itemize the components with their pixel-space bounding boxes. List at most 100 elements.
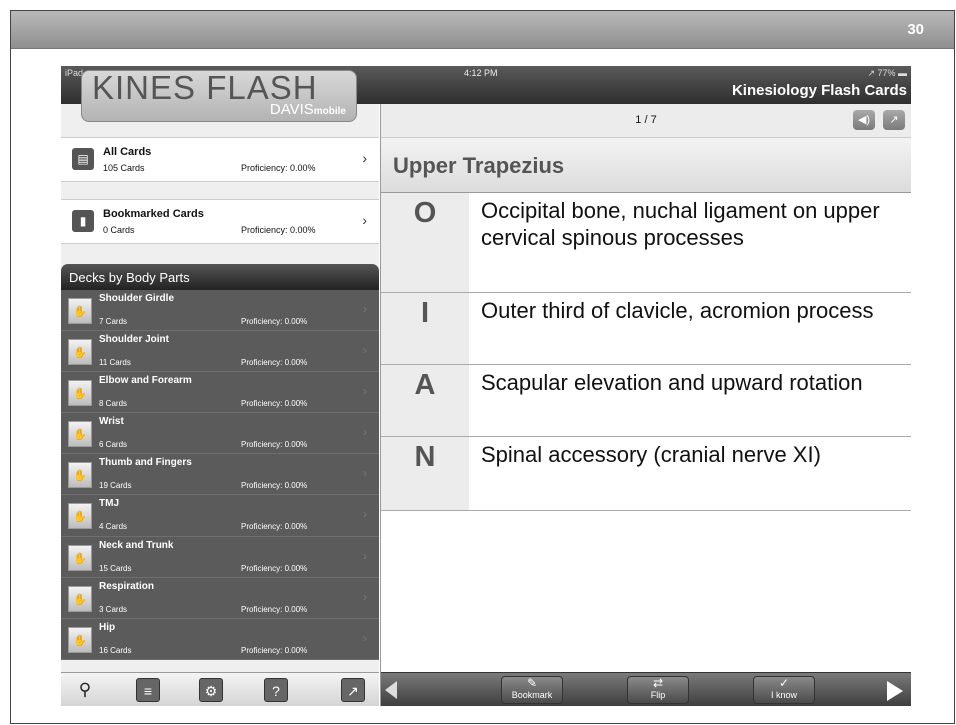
chevron-right-icon: › [363,630,367,645]
share-icon[interactable]: ↗ [341,678,365,702]
row-letter: A [381,365,469,436]
chevron-right-icon: › [363,302,367,316]
deck-item[interactable]: ✋ Shoulder Girdle 7 Cards Proficiency: 0.00… [61,290,379,332]
deck-count: 15 Cards [99,563,132,573]
search-icon[interactable]: ⚲ [73,678,97,702]
card-row: A Scapular elevation and upward rotation [381,365,911,437]
card-term: Upper Trapezius [381,138,911,193]
card-row: O Occipital bone, nuchal ligament on uppe… [381,193,911,293]
deck-count: 16 Cards [99,645,132,655]
share-icon[interactable]: ↗ [883,110,905,130]
divider [61,244,379,264]
bookmarked-proficiency: Proficiency: 0.00% [241,225,316,235]
body-part-thumbnail: ✋ [68,421,92,448]
sidebar: ▤ All Cards 105 Cards Proficiency: 0.00%… [61,104,379,706]
logo-sub-text: DAVISmobile [269,101,346,118]
deck-item[interactable]: ✋ Elbow and Forearm 8 Cards Proficiency: 0.… [61,372,379,414]
card-toolbar: ✎ Bookmark ⇄ Flip ✓ I know [381,672,911,706]
body-part-thumbnail: ✋ [68,626,92,653]
slide-header: 30 [11,11,954,49]
deck-item[interactable]: ✋ Neck and Trunk 15 Cards Proficiency: 0.00… [61,537,379,578]
all-cards-title: All Cards [103,146,152,158]
flip-label: Flip [650,690,666,700]
status-battery: ↗ 77% ▬ [867,68,907,78]
bookmark-label: Bookmark [511,690,553,700]
body-part-thumbnail: ✋ [68,462,92,489]
next-arrow-icon[interactable] [887,681,903,701]
all-cards-row[interactable]: ▤ All Cards 105 Cards Proficiency: 0.00%… [61,138,379,182]
deck-count: 19 Cards [99,481,132,491]
deck-item[interactable]: ✋ TMJ 4 Cards Proficiency: 0.00% › [61,495,379,537]
deck-proficiency: Proficiency: 0.00% [241,440,308,450]
body-part-thumbnail: ✋ [68,585,92,612]
deck-proficiency: Proficiency: 0.00% [241,317,308,326]
deck-title: Hip [99,621,116,633]
row-text: Occipital bone, nuchal ligament on upper… [481,198,880,250]
bookmark-button[interactable]: ✎ Bookmark [501,676,563,704]
deck-count: 7 Cards [99,317,128,326]
bookmarked-cards-row[interactable]: ▮ Bookmarked Cards 0 Cards Proficiency: … [61,200,379,244]
app-title: Kinesiology Flash Cards [731,82,907,99]
chevron-right-icon: › [363,589,367,604]
previous-arrow-icon[interactable] [385,681,397,699]
deck-proficiency: Proficiency: 0.00% [241,563,308,573]
deck-title: Neck and Trunk [99,539,174,551]
checkmark-icon: ✓ [778,676,790,690]
deck-count: 11 Cards [99,358,131,368]
deck-title: TMJ [99,498,119,510]
status-time: 4:12 PM [464,68,498,78]
deck-title: Respiration [99,580,155,592]
chevron-right-icon: › [363,384,367,399]
card-topbar: 1 / 7 ◀) ↗ [381,104,911,138]
deck-list: ✋ Shoulder Girdle 7 Cards Proficiency: 0.00… [61,290,379,660]
all-cards-proficiency: Proficiency: 0.00% [241,163,316,173]
deck-title: Shoulder Girdle [99,293,175,304]
deck-title: Wrist [99,416,124,428]
deck-item[interactable]: ✋ Respiration 3 Cards Proficiency: 0.00% › [61,578,379,619]
row-text: Outer third of clavicle, acromion proces… [481,298,874,323]
body-part-thumbnail: ✋ [68,339,92,366]
deck-title: Shoulder Joint [99,334,169,346]
card-pane: 1 / 7 ◀) ↗ Upper Trapezius O Occipital bo… [380,104,911,706]
deck-count: 8 Cards [99,399,128,409]
body-part-thumbnail: ✋ [68,503,92,530]
i-know-button[interactable]: ✓ I know [753,676,815,704]
chevron-right-icon: › [362,150,367,166]
help-icon[interactable]: ? [264,678,288,702]
chevron-right-icon: › [363,548,367,563]
chevron-right-icon: › [363,343,367,358]
flip-icon: ⇄ [652,676,664,690]
slide-number: 30 [907,21,924,38]
row-text: Spinal accessory (cranial nerve XI) [481,442,821,467]
card-row: N Spinal accessory (cranial nerve XI) [381,437,911,511]
row-letter: O [381,193,469,292]
app-logo: KINES FLASH DAVISmobile [81,69,357,122]
deck-proficiency: Proficiency: 0.00% [241,358,308,368]
chevron-right-icon: › [363,425,367,440]
deck-proficiency: Proficiency: 0.00% [241,604,308,614]
deck-item[interactable]: ✋ Shoulder Joint 11 Cards Proficiency: 0.00… [61,331,379,373]
decks-header: Decks by Body Parts [61,264,379,290]
bookmarked-title: Bookmarked Cards [103,208,204,220]
card-rows: O Occipital bone, nuchal ligament on uppe… [381,193,911,511]
card-counter: 1 / 7 [635,114,657,126]
row-text: Scapular elevation and upward rotation [481,370,863,395]
bookmarked-count: 0 Cards [103,225,135,235]
body-part-thumbnail: ✋ [68,380,92,407]
body-part-thumbnail: ✋ [68,544,92,571]
chevron-right-icon: › [363,507,367,522]
deck-item[interactable]: ✋ Wrist 6 Cards Proficiency: 0.00% › [61,413,379,455]
speaker-icon[interactable]: ◀) [853,110,875,130]
list-icon[interactable]: ≡ [136,678,160,702]
deck-title: Thumb and Fingers [99,457,192,469]
deck-count: 6 Cards [99,440,128,450]
flip-button[interactable]: ⇄ Flip [627,676,689,704]
id-card-icon: ▤ [72,148,94,170]
deck-title: Elbow and Forearm [99,375,192,387]
deck-item[interactable]: ✋ Hip 16 Cards Proficiency: 0.00% › [61,619,379,660]
ipad-screenshot: iPad ≈ 4:12 PM ↗ 77% ▬ Kinesiology Flash… [61,66,911,706]
card-row: I Outer third of clavicle, acromion proce… [381,293,911,365]
deck-proficiency: Proficiency: 0.00% [241,399,308,409]
deck-item[interactable]: ✋ Thumb and Fingers 19 Cards Proficiency: 0… [61,454,379,496]
settings-icon[interactable]: ⚙ [199,678,223,702]
